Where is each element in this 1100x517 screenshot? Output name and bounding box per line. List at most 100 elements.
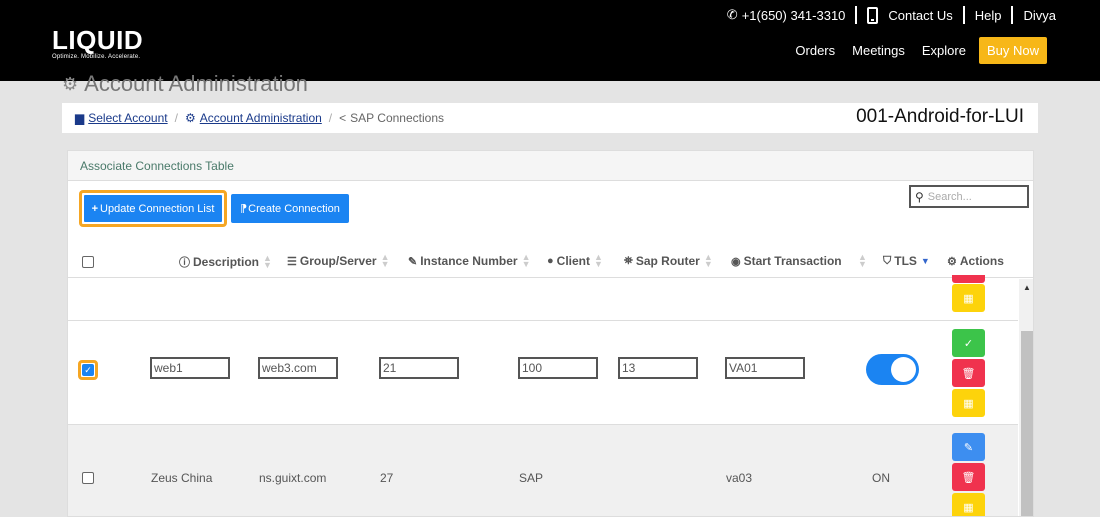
phone-number[interactable]: +1(650) 341-3310 [742,8,846,23]
divider [962,6,965,24]
column-instance-number-label: Instance Number [420,254,518,268]
check-circle-icon: ✓ [963,337,974,350]
buy-now-button[interactable]: Buy Now [978,37,1047,64]
breadcrumb: ▆ Select Account / ⚙ Account Administrat… [75,111,444,125]
save-button[interactable]: ✓ [952,329,985,357]
search-input[interactable] [927,190,1018,203]
qr-code-button[interactable]: ▦ [952,493,985,516]
description-input[interactable]: web1 [150,357,230,379]
column-client[interactable]: ● Client ▲ ▼ [547,252,603,269]
qr-code-icon: ▦ [963,397,974,410]
column-sap-router-label: Sap Router [635,254,700,268]
breadcrumb-separator: / [174,111,178,125]
logo-text: LIQUID [52,25,144,55]
column-sap-router[interactable]: ⛯ Sap Router ▲ ▼ [624,252,713,269]
liquid-logo[interactable]: LIQUID Optimize. Mobilize. Accelerate. [52,25,162,60]
nav-explore[interactable]: Explore [922,43,966,58]
sort-icon: ▲ ▼ [521,252,531,269]
panel-header: Associate Connections Table [68,151,1033,181]
update-connection-list-button[interactable]: + Update Connection List [84,195,222,222]
plug-icon: ⁋ [240,203,248,215]
sort-icon: ▲ ▼ [594,252,603,269]
row-checkbox[interactable] [82,472,94,484]
create-connection-button[interactable]: ⁋ Create Connection [231,194,349,223]
sort-icon: ▲ ▼ [263,253,272,270]
delete-button[interactable]: 🗑 [952,463,985,491]
update-connection-list-button-highlight: + Update Connection List [79,190,227,227]
breadcrumb-select-account[interactable]: Select Account [88,111,167,125]
table-row: ▦ [68,279,1018,321]
edit-button[interactable]: ✎ [952,433,985,461]
gears-icon: ⚙ [184,111,196,125]
main-nav: Orders Meetings Explore Buy Now [778,37,1047,64]
nav-meetings[interactable]: Meetings [852,43,905,58]
instance-number-input[interactable]: 21 [379,357,459,379]
user-icon: ● [547,255,554,267]
column-group-server-label: Group/Server [299,254,377,268]
delete-button[interactable]: 🗑 [952,359,985,387]
column-start-transaction[interactable]: ◉ Start Transaction [731,254,842,268]
row-checkbox[interactable]: ✓ [82,364,94,376]
qr-code-icon: ▦ [963,501,974,514]
scrollbar-thumb[interactable] [1021,331,1033,516]
qr-code-icon: ▦ [963,292,974,305]
pencil-icon: ✎ [963,441,974,454]
column-tls[interactable]: ⛉ TLS ▼ [883,254,930,268]
table-row-editing: ✓ web1 web3.com 21 100 13 VA01 ✓ 🗑 ▦ [68,321,1018,425]
briefcase-icon: ▆ [75,111,85,125]
qr-code-button[interactable]: ▦ [952,284,985,312]
table-header: ⓘ Description ▲ ▼ ☰ Group/Server ▲ ▼ ✎ Ins… [68,246,1033,278]
breadcrumb-bar: ▆ Select Account / ⚙ Account Administrat… [62,103,1038,133]
column-tls-label: TLS [894,254,917,268]
search-box[interactable]: ⚲ [909,185,1029,208]
sort-icon: ▲ ▼ [703,252,713,269]
column-description[interactable]: ⓘ Description ▲ ▼ [179,254,272,270]
mobile-phone-icon [867,6,879,24]
connections-panel: Associate Connections Table + Update Con… [67,150,1034,517]
client-input[interactable]: 100 [518,357,598,379]
gears-icon: ⚙ [947,255,957,268]
column-start-transaction-label: Start Transaction [743,254,842,268]
shield-icon: ⛉ [883,254,892,267]
table-row: Zeus China ns.guixt.com 27 SAP va03 ON ✎… [68,425,1018,516]
page-title-text: Account Administration [84,71,308,96]
sap-router-input[interactable]: 13 [618,357,698,379]
start-transaction-input[interactable]: VA01 [725,357,805,379]
scroll-up-arrow-icon[interactable]: ▲ [1023,283,1031,292]
phone-icon: ✆ [726,7,738,22]
help-link[interactable]: Help [975,8,1002,23]
row-checkbox-highlight: ✓ [78,360,98,380]
breadcrumb-separator: / [328,111,333,125]
top-links: ✆ +1(650) 341-3310 Contact Us Help Divya [727,6,1056,24]
start-transaction-sort[interactable]: ▲ ▼ [854,252,867,269]
breadcrumb-account-administration[interactable]: Account Administration [200,111,322,125]
tls-toggle[interactable] [866,354,919,385]
sort-down-icon: ▼ [920,256,930,266]
gears-icon: ⚙ [62,73,79,94]
plus-icon: + [91,202,99,215]
group-server-input[interactable]: web3.com [258,357,338,379]
panel-title: Associate Connections Table [80,159,234,173]
column-instance-number[interactable]: ✎ Instance Number ▲ ▼ [408,252,531,269]
tls-cell: ON [872,471,890,485]
column-actions-label: Actions [959,254,1004,268]
column-description-label: Description [193,255,260,269]
divider [855,6,858,24]
contact-us-link[interactable]: Contact Us [888,8,952,23]
column-group-server[interactable]: ☰ Group/Server ▲ ▼ [287,253,390,269]
sort-icon: ▲ ▼ [858,252,867,269]
group-server-cell: ns.guixt.com [259,471,327,485]
update-connection-list-label: Update Connection List [100,202,215,215]
magic-wand-icon: ✎ [408,255,418,268]
nav-orders[interactable]: Orders [795,43,835,58]
select-all-checkbox[interactable] [82,256,94,268]
user-name[interactable]: Divya [1023,8,1056,23]
delete-button[interactable] [952,275,985,283]
column-actions: ⚙ Actions [947,254,1004,268]
tls-toggle-knob [891,357,916,382]
trash-icon: 🗑 [961,367,976,380]
qr-code-button[interactable]: ▦ [952,389,985,417]
share-icon: < [339,111,347,125]
client-cell: SAP [519,471,544,485]
table-scrollbar[interactable]: ▲ [1019,279,1033,516]
